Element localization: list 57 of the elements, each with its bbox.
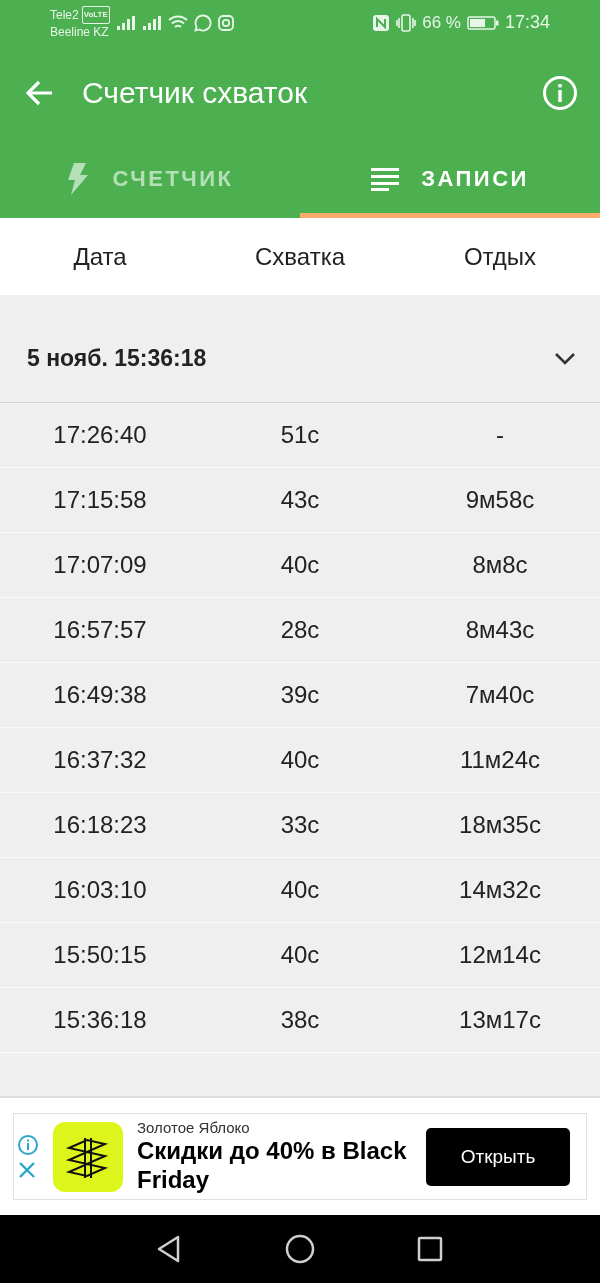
column-header: Отдых — [462, 242, 538, 271]
table-cell-text: 12м14с — [458, 941, 542, 969]
volte-badge: VoLTE — [81, 5, 110, 24]
recents-button[interactable] — [415, 1234, 445, 1264]
advertiser-name: Золотое Яблоко — [137, 1119, 251, 1136]
table-cell-text: 16:18:23 — [52, 811, 148, 839]
table-cell-text: 16:37:32 — [52, 746, 148, 774]
nfc-icon — [372, 13, 391, 32]
table-cell-text: 40с — [279, 551, 321, 579]
clock-time: 17:34 — [504, 12, 550, 33]
table-cell-text: 17:26:40 — [52, 421, 148, 449]
signal-icon — [141, 14, 162, 31]
camera-icon — [217, 14, 234, 31]
table-cell-text: 39с — [279, 681, 321, 709]
table-cell-text: - — [495, 421, 505, 449]
table-cell-text: 13м17с — [458, 1006, 542, 1034]
table-cell-text: 8м43с — [464, 616, 536, 644]
table-cell-text: 11м24с — [458, 746, 542, 774]
table-cell-text: 15:50:15 — [52, 941, 148, 969]
carrier-name: Beeline KZ — [50, 23, 110, 40]
app-logo-icon — [53, 1121, 123, 1192]
column-header: Дата — [72, 242, 128, 271]
table-cell-text: 40с — [279, 941, 321, 969]
table-cell-text: 17:15:58 — [52, 486, 148, 514]
table-cell-text: 33с — [279, 811, 321, 839]
list-icon — [371, 166, 400, 191]
table-cell-text: 43с — [279, 486, 321, 514]
chat-bubble-icon — [193, 13, 212, 32]
ad-headline[interactable]: Скидки до 40% в Black Friday — [137, 1136, 412, 1194]
battery-percent: 66 % — [422, 12, 461, 33]
table-cell-text: 17:07:09 — [52, 551, 148, 579]
screen-title: Счетчик схваток — [82, 75, 309, 110]
signal-icon — [115, 14, 136, 31]
table-cell-text: 16:49:38 — [52, 681, 148, 709]
table-cell-text: 18м35с — [458, 811, 542, 839]
close-icon[interactable] — [17, 1159, 37, 1180]
carrier-name: Tele2 — [50, 6, 79, 23]
table-cell-text: 8м8с — [471, 551, 529, 579]
column-header: Схватка — [254, 242, 346, 271]
table-cell-text: 7м40с — [464, 681, 536, 709]
info-icon[interactable] — [17, 1133, 39, 1156]
table-cell-text: 38с — [279, 1006, 321, 1034]
table-cell-text: 28с — [279, 616, 321, 644]
table-cell-text: 14м32с — [458, 876, 542, 904]
table-cell-text: 40с — [279, 876, 321, 904]
lightning-icon — [66, 162, 91, 195]
battery-icon — [466, 14, 499, 31]
table-cell-text: 40с — [279, 746, 321, 774]
home-button[interactable] — [285, 1234, 315, 1264]
table-cell-text: 15:36:18 — [52, 1006, 148, 1034]
table-cell-text: 9м58с — [464, 486, 536, 514]
vibrate-icon — [396, 13, 417, 32]
table-cell-text: 16:03:10 — [52, 876, 148, 904]
table-cell-text: 16:57:57 — [52, 616, 148, 644]
open-button[interactable]: Открыть — [426, 1127, 570, 1186]
table-cell-text: 51с — [279, 421, 321, 449]
info-button[interactable] — [542, 74, 578, 111]
